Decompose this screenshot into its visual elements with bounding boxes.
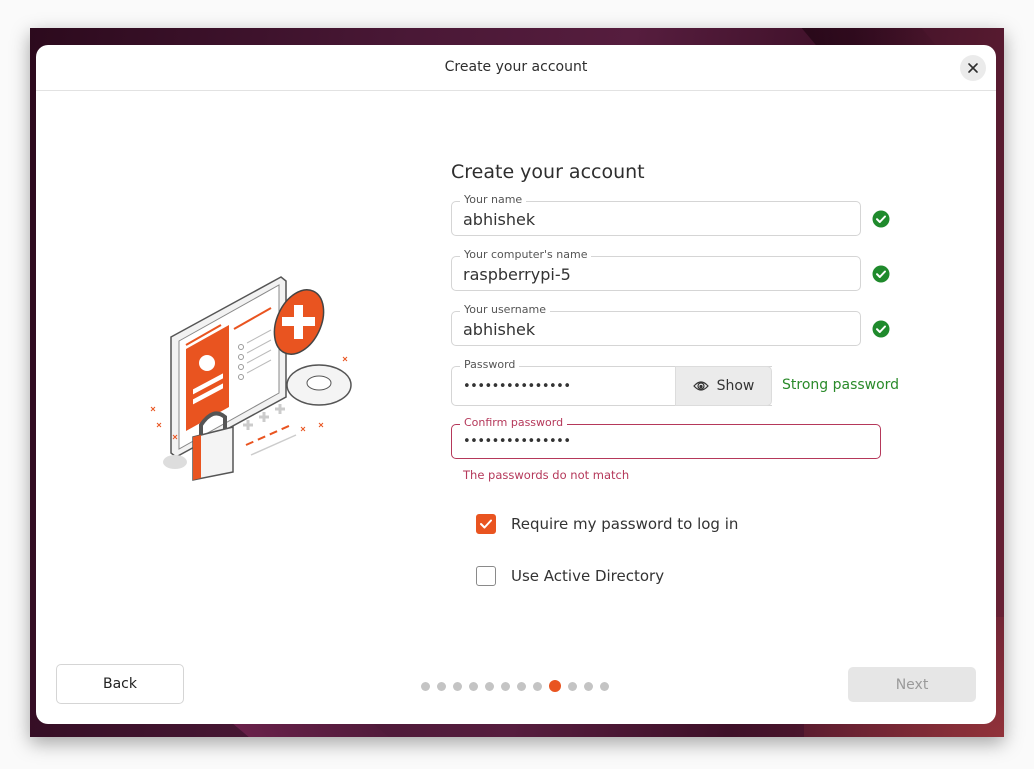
password-value: ••••••••••••••• — [463, 379, 571, 394]
valid-check-icon — [872, 210, 890, 228]
step-dot — [485, 681, 494, 691]
active-directory-checkbox[interactable] — [476, 566, 496, 586]
step-dot — [469, 681, 478, 691]
titlebar: Create your account — [36, 45, 996, 91]
step-dot — [501, 681, 510, 691]
step-indicator — [421, 680, 609, 692]
password-mismatch-error: The passwords do not match — [463, 468, 630, 482]
eye-icon — [692, 381, 709, 391]
name-input[interactable]: Your name abhishek — [451, 193, 861, 236]
computer-name-value: raspberrypi-5 — [463, 265, 571, 284]
username-value: abhishek — [463, 320, 536, 339]
account-form: Create your account Your name abhishek Y… — [451, 161, 921, 602]
computer-name-label: Your computer's name — [460, 248, 592, 261]
show-password-button[interactable]: Show — [675, 366, 772, 406]
name-value: abhishek — [463, 210, 536, 229]
valid-check-icon — [872, 320, 890, 338]
show-password-label: Show — [716, 378, 755, 394]
installer-window: Create your account Create your account … — [36, 45, 996, 724]
form-heading: Create your account — [451, 161, 645, 183]
username-label: Your username — [460, 303, 550, 316]
step-dot — [421, 681, 430, 691]
step-dot — [568, 681, 577, 691]
confirm-password-field-row: Confirm password ••••••••••••••• The pas… — [451, 416, 921, 498]
password-strength: Strong password — [782, 377, 900, 393]
valid-check-icon — [872, 265, 890, 283]
password-field-row: Password ••••••••••••••• Show Strong pas… — [451, 358, 921, 420]
step-dot — [600, 681, 609, 691]
step-dot — [437, 681, 446, 691]
require-password-option: Require my password to log in — [451, 498, 921, 550]
checkmark-icon — [480, 519, 492, 529]
name-label: Your name — [460, 193, 527, 206]
require-password-checkbox[interactable] — [476, 514, 496, 534]
step-dot — [533, 681, 542, 691]
active-directory-label[interactable]: Use Active Directory — [511, 567, 664, 585]
confirm-password-input[interactable]: Confirm password ••••••••••••••• — [451, 416, 881, 459]
window-title: Create your account — [444, 59, 588, 75]
footer: Back Next — [36, 644, 996, 724]
step-dot — [453, 681, 462, 691]
close-icon — [968, 63, 978, 73]
back-button[interactable]: Back — [56, 664, 184, 704]
next-button[interactable]: Next — [848, 667, 976, 702]
account-illustration — [150, 276, 352, 481]
step-dot — [584, 681, 593, 691]
require-password-label[interactable]: Require my password to log in — [511, 515, 738, 533]
username-input[interactable]: Your username abhishek — [451, 303, 861, 346]
confirm-password-label: Confirm password — [460, 416, 568, 429]
computer-name-input[interactable]: Your computer's name raspberrypi-5 — [451, 248, 861, 291]
close-button[interactable] — [960, 55, 986, 81]
password-label: Password — [460, 358, 520, 371]
active-directory-option: Use Active Directory — [451, 550, 921, 602]
confirm-password-value: ••••••••••••••• — [463, 434, 571, 449]
computer-name-field-row: Your computer's name raspberrypi-5 — [451, 248, 921, 307]
step-dot — [517, 681, 526, 691]
step-dot-active — [549, 680, 561, 692]
name-field-row: Your name abhishek — [451, 193, 921, 252]
username-field-row: Your username abhishek — [451, 303, 921, 362]
